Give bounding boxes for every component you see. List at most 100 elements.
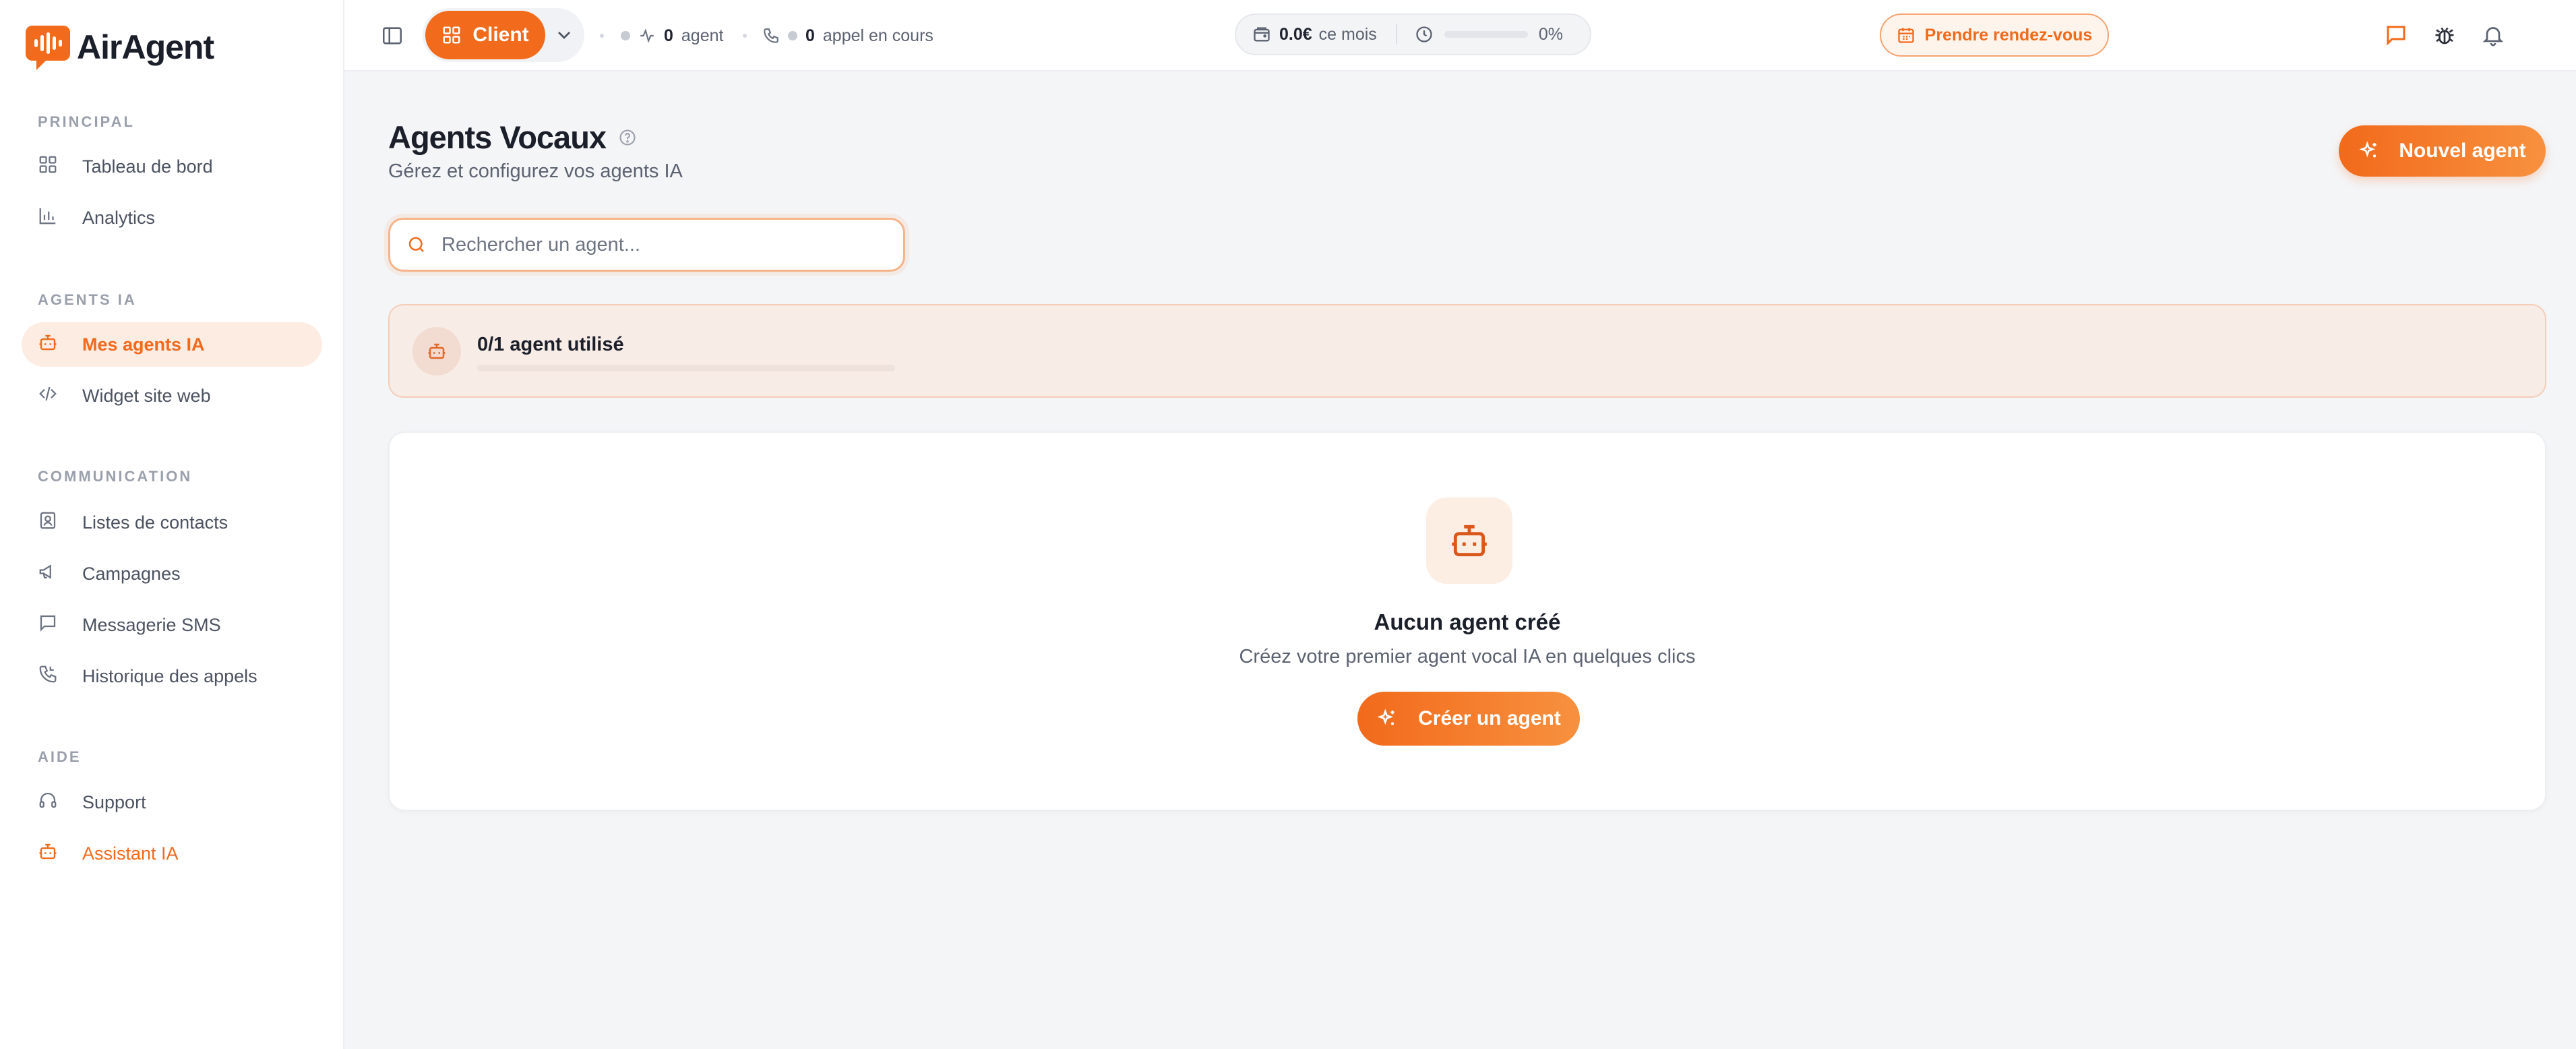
help-icon[interactable] <box>618 128 637 147</box>
nav-section-agents: AGENTS IA <box>38 291 137 308</box>
panel-left-icon <box>382 27 402 44</box>
calls-count: 0 <box>805 26 815 45</box>
sidebar-item-label: Widget site web <box>82 385 211 406</box>
create-agent-button[interactable]: Créer un agent <box>1357 692 1580 746</box>
sidebar-item-campaigns[interactable]: Campagnes <box>22 551 322 596</box>
sidebar-item-widget[interactable]: Widget site web <box>22 373 322 418</box>
role-button[interactable]: Client <box>425 11 545 59</box>
sidebar-item-support[interactable]: Support <box>22 780 322 825</box>
quota-progress-bar <box>477 365 895 371</box>
status-dot <box>788 31 797 40</box>
chevron-down-icon <box>558 32 570 39</box>
app-name: AirAgent <box>77 28 214 66</box>
sidebar-item-label: Tableau de bord <box>82 156 213 177</box>
bug-icon <box>2435 27 2454 44</box>
quota-avatar <box>412 327 461 376</box>
bot-icon <box>1452 524 1487 557</box>
sidebar-item-my-agents[interactable]: Mes agents IA <box>22 322 322 367</box>
sidebar-item-sms[interactable]: Messagerie SMS <box>22 603 322 647</box>
message-icon <box>38 613 58 638</box>
sidebar-item-label: Historique des appels <box>82 665 257 686</box>
nav-section-aide: AIDE <box>38 748 82 765</box>
create-agent-label: Créer un agent <box>1418 707 1561 729</box>
phone-icon <box>764 28 778 43</box>
grid-icon <box>443 26 460 44</box>
role-label: Client <box>472 24 529 46</box>
role-dropdown-toggle[interactable] <box>553 24 575 46</box>
headphones-icon <box>38 790 58 815</box>
sparkles-icon <box>1377 709 1394 725</box>
role-switcher: Client <box>423 8 584 62</box>
bot-icon <box>38 841 58 866</box>
page-title-text: Agents Vocaux <box>388 119 607 155</box>
app-logo[interactable]: AirAgent <box>26 23 214 71</box>
usage-pill: 0.0€ ce mois 0% <box>1235 13 1591 55</box>
divider <box>1395 24 1397 44</box>
sidebar-item-dashboard[interactable]: Tableau de bord <box>22 144 322 189</box>
chat-icon <box>2387 26 2405 46</box>
usage-progress-bar <box>1444 31 1528 38</box>
activity-icon <box>640 28 654 43</box>
search-icon <box>408 237 424 252</box>
calendar-icon <box>1897 28 1914 43</box>
status-dot <box>621 31 630 40</box>
empty-state-card: Aucun agent créé Créez votre premier age… <box>388 431 2546 811</box>
calls-label: appel en cours <box>822 26 933 45</box>
bell-icon <box>2482 27 2504 47</box>
agent-quota-card: 0/1 agent utilisé <box>388 304 2546 398</box>
empty-state-title: Aucun agent créé <box>1374 609 1561 634</box>
new-agent-button[interactable]: Nouvel agent <box>2339 125 2546 177</box>
search-input[interactable] <box>441 233 873 256</box>
separator-dot <box>743 34 747 38</box>
dashboard-icon <box>38 154 58 179</box>
bug-report-button[interactable] <box>2432 23 2457 47</box>
sidebar-item-label: Analytics <box>82 207 156 228</box>
book-appointment-label: Prendre rendez-vous <box>1924 25 2093 44</box>
sidebar-item-label: Listes de contacts <box>82 512 228 533</box>
page-subtitle: Gérez et configurez vos agents IA <box>388 160 683 182</box>
sidebar-item-contacts[interactable]: Listes de contacts <box>22 500 322 545</box>
sidebar-item-assistant[interactable]: Assistant IA <box>22 831 322 876</box>
new-agent-label: Nouvel agent <box>2399 140 2526 162</box>
sidebar-item-call-history[interactable]: Historique des appels <box>22 654 322 698</box>
nav-section-principal: PRINCIPAL <box>38 113 135 130</box>
active-agents-stat: 0 agent <box>621 23 723 49</box>
sidebar: AirAgent PRINCIPAL Tableau de bord Analy… <box>0 0 344 1049</box>
bot-icon <box>428 343 446 359</box>
megaphone-icon <box>38 562 58 587</box>
wallet-icon <box>1254 27 1270 42</box>
empty-state-icon <box>1426 498 1512 584</box>
quota-label: 0/1 agent utilisé <box>477 334 624 355</box>
nav-section-communication: COMMUNICATION <box>38 468 193 485</box>
sidebar-item-analytics[interactable]: Analytics <box>22 196 322 240</box>
active-calls-stat: 0 appel en cours <box>762 23 933 49</box>
empty-state-subtitle: Créez votre premier agent vocal IA en qu… <box>1239 646 1696 667</box>
sidebar-item-label: Messagerie SMS <box>82 614 221 635</box>
code-icon <box>38 384 58 409</box>
app-root: AirAgent PRINCIPAL Tableau de bord Analy… <box>0 0 2576 1049</box>
book-appointment-button[interactable]: Prendre rendez-vous <box>1880 13 2109 57</box>
clock-icon <box>1416 26 1432 42</box>
sparkles-icon <box>2359 141 2376 158</box>
phone-history-icon <box>38 664 58 689</box>
sidebar-toggle-button[interactable] <box>381 22 408 49</box>
monthly-cost-label: ce mois <box>1318 24 1377 44</box>
separator-dot <box>600 34 604 38</box>
bar-chart-icon <box>38 206 58 231</box>
logo-icon <box>26 23 70 71</box>
topbar: Client 0 agent 0 appel en cours 0.0€ ce … <box>344 0 2576 71</box>
monthly-cost: 0.0€ <box>1279 24 1312 44</box>
bot-icon <box>38 332 58 357</box>
usage-percent: 0% <box>1538 24 1563 44</box>
search-field[interactable] <box>388 218 905 272</box>
agents-label: agent <box>681 26 724 45</box>
sidebar-item-label: Mes agents IA <box>82 334 205 355</box>
agents-count: 0 <box>664 26 673 45</box>
feedback-button[interactable] <box>2384 23 2408 47</box>
sidebar-item-label: Support <box>82 791 146 812</box>
sidebar-item-label: Assistant IA <box>82 843 179 864</box>
page-title: Agents Vocaux <box>388 119 637 156</box>
notifications-button[interactable] <box>2481 23 2505 47</box>
sidebar-item-label: Campagnes <box>82 563 181 584</box>
contact-book-icon <box>38 510 58 535</box>
